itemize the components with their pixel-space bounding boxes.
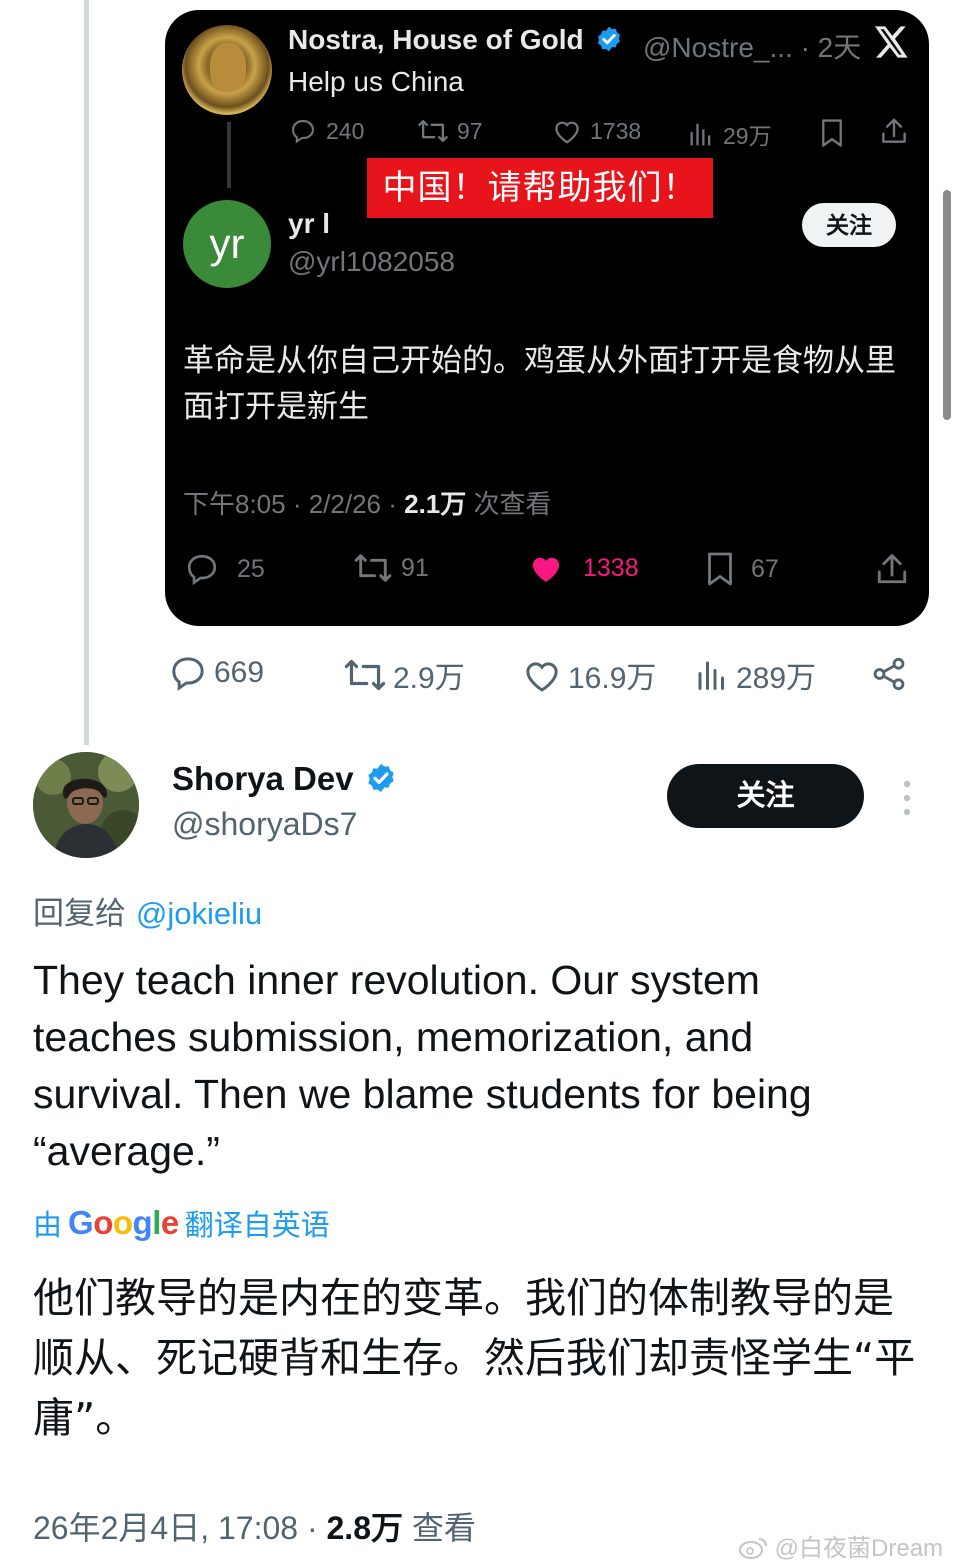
reply-stat[interactable]: 669 xyxy=(168,653,264,693)
share-upload-icon[interactable] xyxy=(879,116,909,146)
like-stat[interactable]: 16.9万 xyxy=(522,653,656,697)
x-logo-icon xyxy=(875,26,909,58)
quoted-author-name-text: Nostra, House of Gold xyxy=(288,24,584,55)
views-count: 289万 xyxy=(736,662,817,695)
heart-icon xyxy=(522,656,562,694)
quoted-author-avatar[interactable] xyxy=(182,25,272,115)
main-author-handle: @shoryaDs7 xyxy=(172,806,358,842)
reply-card-text: 革命是从你自己开始的。鸡蛋从外面打开是食物从里面打开是新生 xyxy=(183,343,896,425)
main-tweet-meta: 26年2月4日, 17:08 · 2.8万 查看 xyxy=(33,1503,476,1549)
reply-icon xyxy=(168,653,208,693)
reply-count: 669 xyxy=(214,656,265,689)
reply-icon xyxy=(183,551,221,587)
reply-author-name[interactable]: yr l xyxy=(288,208,330,240)
heart-filled-icon xyxy=(527,551,565,585)
main-view-label: 查看 xyxy=(403,1510,476,1546)
verified-badge-icon xyxy=(595,25,623,53)
reply-author-avatar[interactable]: yr xyxy=(183,200,271,288)
verified-badge-icon xyxy=(365,762,397,794)
views-stat[interactable]: 289万 xyxy=(694,653,816,697)
replying-to-line: 回复给 @jokieliu xyxy=(33,888,262,933)
views-chart-icon xyxy=(687,120,715,148)
watermark-text: @白夜菌Dream xyxy=(774,1535,944,1562)
quoted-author-name[interactable]: Nostra, House of Gold xyxy=(288,24,623,56)
quoted-reply-stat[interactable]: 240 xyxy=(288,117,364,145)
bookmark-icon[interactable] xyxy=(818,118,846,148)
reply-card-repost-count: 91 xyxy=(401,553,429,582)
repost-icon xyxy=(353,551,393,585)
repost-icon xyxy=(343,656,387,694)
reply-prefix: 回复给 xyxy=(33,896,136,932)
quoted-like-stat[interactable]: 1738 xyxy=(552,117,641,145)
translate-suffix: 翻译自英语 xyxy=(184,1208,330,1242)
google-logo-icon: Google xyxy=(68,1204,179,1241)
embedded-screenshot-card: Nostra, House of Gold @Nostre_... · 2天 H… xyxy=(165,10,929,626)
translate-prefix: 由 xyxy=(33,1208,63,1242)
share-icon[interactable] xyxy=(870,655,908,693)
main-author-name[interactable]: Shorya Dev xyxy=(172,760,397,798)
weibo-logo-icon xyxy=(738,1536,768,1560)
main-timestamp: 26年2月4日, 17:08 · xyxy=(33,1510,327,1546)
more-options-icon[interactable] xyxy=(898,778,916,818)
follow-button[interactable]: 关注 xyxy=(667,764,864,828)
bookmark-icon xyxy=(703,551,737,587)
reply-card-bookmark-count: 67 xyxy=(751,554,779,583)
quoted-thread-line xyxy=(227,122,231,188)
reply-icon xyxy=(288,117,318,145)
reply-card-timestamp: 下午8:05 · 2/2/26 · xyxy=(183,489,405,519)
repost-icon xyxy=(417,117,449,145)
reply-card-bookmark-stat[interactable]: 67 xyxy=(703,551,779,587)
translated-text: 他们教导的是内在的变革。我们的体制教导的是顺从、死记硬背和生存。然后我们却责怪学… xyxy=(33,1274,916,1442)
main-tweet-text: They teach inner revolution. Our system … xyxy=(33,957,812,1174)
quoted-reply-count: 240 xyxy=(326,117,365,144)
avatar-coin-face xyxy=(210,43,246,91)
heart-icon xyxy=(552,117,582,145)
reply-card-view-label: 次查看 xyxy=(466,489,552,519)
share-upload-icon[interactable] xyxy=(874,551,910,587)
quoted-handle-time: @Nostre_... · 2天 xyxy=(643,32,862,63)
repost-count: 2.9万 xyxy=(393,662,465,695)
reply-author-handle: @yrl1082058 xyxy=(288,246,455,277)
reply-card-reply-count: 25 xyxy=(237,554,265,583)
main-author-name-text: Shorya Dev xyxy=(172,760,354,797)
repost-stat[interactable]: 2.9万 xyxy=(343,653,465,697)
reply-card-meta: 下午8:05 · 2/2/26 · 2.1万 次查看 xyxy=(183,484,552,521)
reply-card-repost-stat[interactable]: 91 xyxy=(353,551,429,585)
reply-mention-link[interactable]: @jokieliu xyxy=(136,896,262,931)
quoted-like-count: 1738 xyxy=(590,117,642,144)
main-view-count: 2.8万 xyxy=(326,1510,404,1546)
red-caption-banner: 中国！请帮助我们！ xyxy=(367,158,713,218)
scrollbar-thumb[interactable] xyxy=(943,190,951,420)
views-chart-icon xyxy=(694,656,730,694)
quoted-views-count: 29万 xyxy=(723,123,772,149)
google-translate-attribution[interactable]: 由 Google 翻译自英语 xyxy=(33,1202,330,1244)
follow-button-small[interactable]: 关注 xyxy=(802,203,896,247)
thread-connector-line xyxy=(84,0,89,745)
quoted-repost-count: 97 xyxy=(457,117,483,144)
reply-card-like-stat[interactable]: 1338 xyxy=(527,551,639,585)
quoted-tweet-text: Help us China xyxy=(288,66,464,97)
reply-card-reply-stat[interactable]: 25 xyxy=(183,551,265,587)
like-count: 16.9万 xyxy=(568,662,657,695)
weibo-watermark: @白夜菌Dream xyxy=(738,1528,943,1563)
quoted-repost-stat[interactable]: 97 xyxy=(417,117,483,145)
reply-card-view-count: 2.1万 xyxy=(404,489,467,519)
quoted-views-stat[interactable]: 29万 xyxy=(687,117,772,151)
reply-card-like-count: 1338 xyxy=(583,553,639,582)
main-author-avatar[interactable] xyxy=(33,752,139,858)
